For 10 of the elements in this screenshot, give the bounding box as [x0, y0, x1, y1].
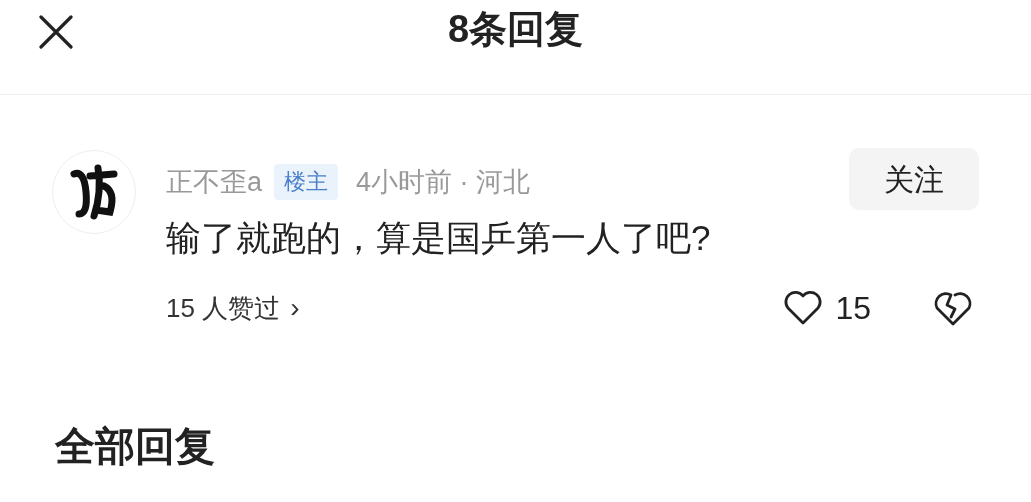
likers-link[interactable]: 15 人赞过 ›: [166, 287, 300, 329]
close-icon: [39, 15, 73, 49]
page-title: 8条回复: [447, 7, 584, 52]
like-button[interactable]: 15: [783, 284, 871, 332]
comment-text: 输了就跑的，算是国乒第一人了吧?: [166, 217, 712, 259]
heart-icon: [783, 290, 824, 326]
section-title: 全部回复: [55, 424, 215, 468]
follow-button[interactable]: 关注: [849, 148, 979, 210]
comment-meta: 4小时前 · 河北: [356, 166, 531, 199]
author-badge: 楼主: [274, 164, 339, 200]
